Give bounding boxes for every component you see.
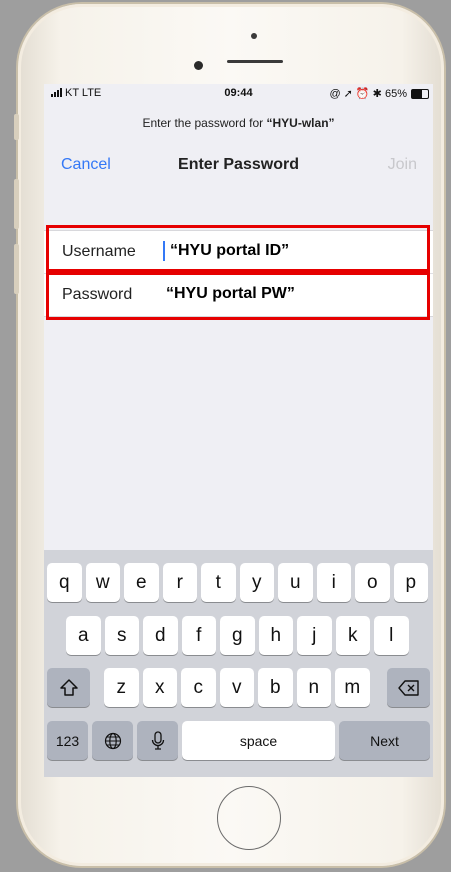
key-e[interactable]: e	[124, 563, 159, 602]
key-v[interactable]: v	[219, 668, 254, 707]
key-q[interactable]: q	[47, 563, 82, 602]
dictation-key[interactable]	[137, 721, 178, 760]
globe-icon	[104, 732, 121, 749]
next-key[interactable]: Next	[339, 721, 430, 760]
screen: KT LTE 09:44 @ ➚ ⏰ ✱ 65% Enter the passw…	[44, 84, 433, 777]
username-highlight-box	[46, 225, 430, 272]
status-icons: @ ➚ ⏰ ✱ 65%	[329, 87, 407, 100]
join-button[interactable]: Join	[388, 156, 417, 174]
key-s[interactable]: s	[104, 616, 139, 655]
mute-switch	[14, 114, 19, 140]
key-t[interactable]: t	[201, 563, 236, 602]
key-j[interactable]: j	[297, 616, 332, 655]
network-name: “HYU-wlan”	[266, 116, 335, 130]
key-d[interactable]: d	[143, 616, 178, 655]
key-g[interactable]: g	[220, 616, 255, 655]
key-u[interactable]: u	[278, 563, 313, 602]
earpiece-speaker	[227, 60, 283, 63]
space-key[interactable]: space	[182, 721, 335, 760]
key-n[interactable]: n	[296, 668, 331, 707]
shift-icon	[59, 679, 78, 696]
numbers-key[interactable]: 123	[47, 721, 88, 760]
backspace-icon	[397, 679, 419, 696]
volume-up-button	[14, 179, 19, 229]
battery-fill	[412, 90, 423, 98]
page-title: Enter Password	[178, 156, 299, 173]
front-camera	[194, 61, 203, 70]
key-m[interactable]: m	[335, 668, 370, 707]
proximity-sensor	[251, 33, 257, 39]
shift-key[interactable]	[47, 668, 90, 707]
status-bar: KT LTE 09:44 @ ➚ ⏰ ✱ 65%	[44, 84, 433, 104]
password-highlight-box	[46, 272, 430, 320]
navigation-bar: Cancel Enter Password Join	[44, 154, 433, 178]
globe-key[interactable]	[92, 721, 133, 760]
key-o[interactable]: o	[355, 563, 390, 602]
key-b[interactable]: b	[258, 668, 293, 707]
key-f[interactable]: f	[181, 616, 216, 655]
volume-down-button	[14, 244, 19, 294]
key-c[interactable]: c	[181, 668, 216, 707]
backspace-key[interactable]	[387, 668, 430, 707]
key-i[interactable]: i	[316, 563, 351, 602]
key-r[interactable]: r	[162, 563, 197, 602]
key-a[interactable]: a	[66, 616, 101, 655]
key-w[interactable]: w	[85, 563, 120, 602]
battery-icon	[411, 89, 429, 99]
home-button[interactable]	[217, 786, 281, 850]
key-x[interactable]: x	[142, 668, 177, 707]
key-y[interactable]: y	[239, 563, 274, 602]
prompt-text: Enter the password for	[142, 116, 267, 130]
microphone-icon	[151, 730, 164, 750]
status-glyphs-icon: @ ➚ ⏰ ✱	[329, 88, 385, 100]
key-l[interactable]: l	[374, 616, 409, 655]
key-k[interactable]: k	[335, 616, 370, 655]
password-prompt: Enter the password for “HYU-wlan”	[44, 116, 433, 130]
battery-percent: 65%	[384, 88, 407, 100]
key-h[interactable]: h	[258, 616, 293, 655]
key-p[interactable]: p	[393, 563, 428, 602]
key-z[interactable]: z	[104, 668, 139, 707]
keyboard: 123 space Next qwertyuiop asdfghjkl zxcvbn…	[44, 550, 433, 777]
